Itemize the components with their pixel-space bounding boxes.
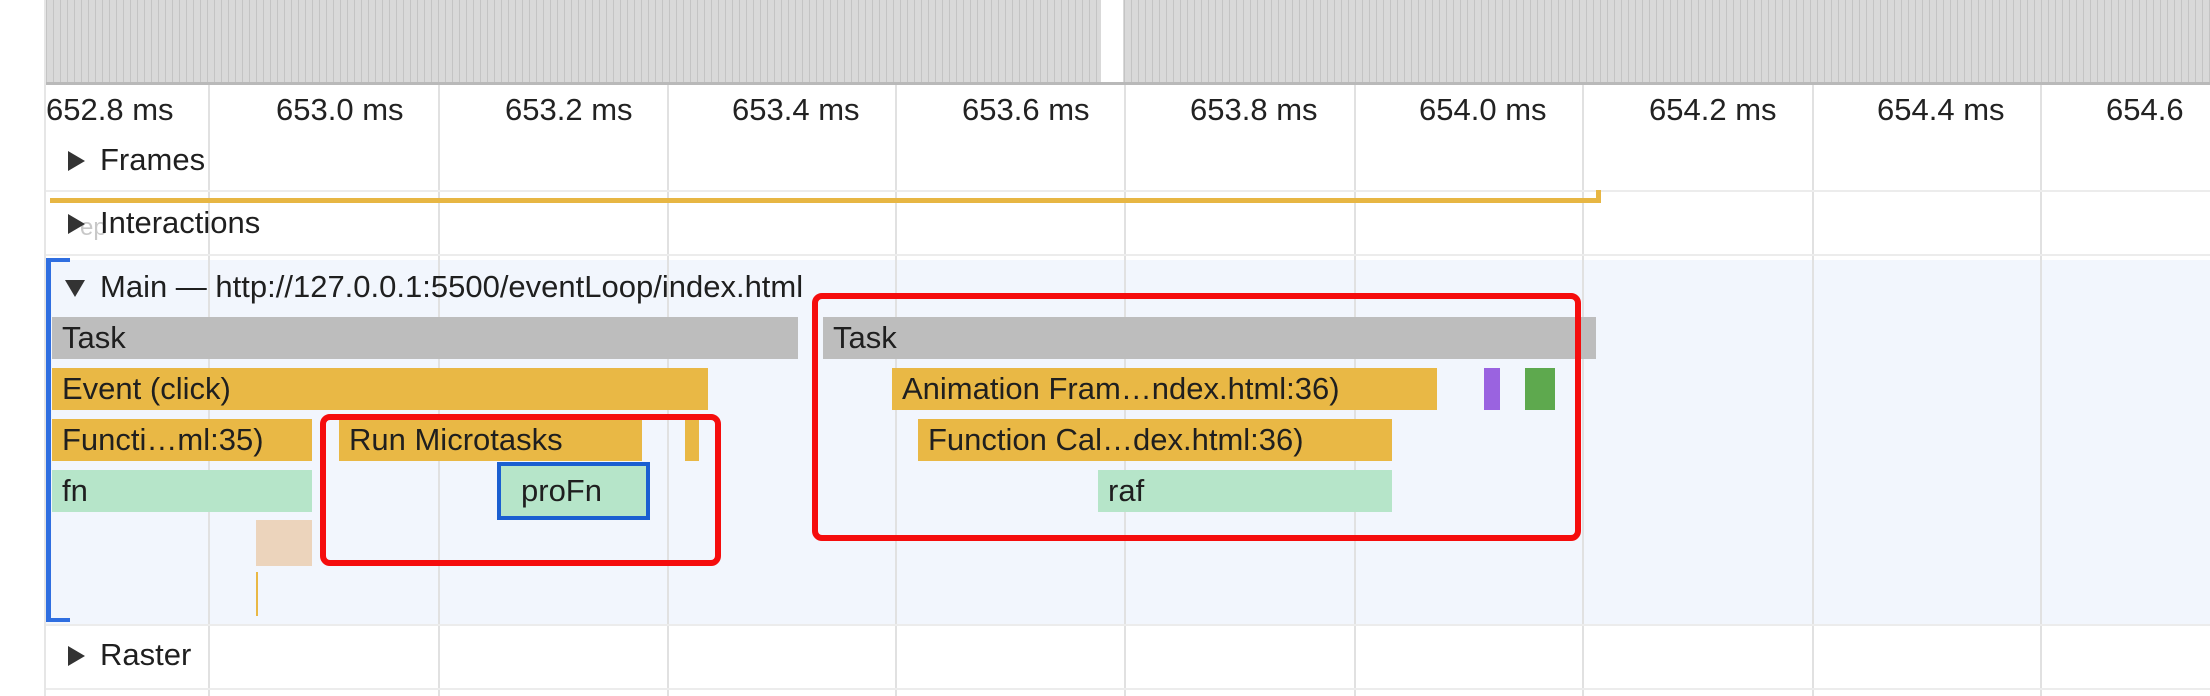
ruler-tick: 653.2 ms [505, 92, 633, 127]
ruler-tick: 653.4 ms [732, 92, 860, 127]
timeline-overview[interactable] [46, 0, 2210, 85]
expand-triangle-icon[interactable] [68, 646, 85, 666]
flame-function-call-1[interactable]: Functi…ml:35) [52, 419, 312, 461]
expand-triangle-icon[interactable] [68, 151, 85, 171]
ruler-tick: 654.2 ms [1649, 92, 1777, 127]
track-separator [46, 688, 2210, 690]
ruler-tick: 652.8 ms [46, 92, 174, 127]
track-raster[interactable]: Raster [100, 637, 191, 673]
track-separator [46, 624, 2210, 626]
ruler-tick: 653.0 ms [276, 92, 404, 127]
ruler-tick: 654.6 [2106, 92, 2184, 127]
flame-event-click[interactable]: Event (click) [52, 368, 708, 410]
overview-selection-handle[interactable] [1101, 0, 1123, 82]
grid-line [1582, 85, 1584, 696]
ruler-tick: 654.0 ms [1419, 92, 1547, 127]
grid-line [2040, 85, 2042, 696]
track-frames[interactable]: Frames [100, 142, 205, 178]
expand-triangle-icon[interactable] [68, 214, 85, 234]
annotation-box-microtasks [320, 414, 721, 566]
ruler-tick: 654.4 ms [1877, 92, 2005, 127]
frames-bar [50, 198, 1600, 203]
flame-small-event[interactable] [256, 520, 312, 566]
track-separator [46, 254, 2210, 256]
grid-line [1812, 85, 1814, 696]
flame-task-1[interactable]: Task [52, 317, 798, 359]
track-separator [46, 190, 2210, 192]
annotation-box-animation-frame [812, 293, 1581, 541]
track-main[interactable]: Main — http://127.0.0.1:5500/eventLoop/i… [100, 269, 803, 305]
flame-fn[interactable]: fn [52, 470, 312, 512]
ruler-tick: 653.8 ms [1190, 92, 1318, 127]
ruler-tick: 653.6 ms [962, 92, 1090, 127]
track-interactions[interactable]: Interactions [100, 205, 260, 241]
flame-thin-event [256, 572, 258, 616]
collapse-triangle-icon[interactable] [65, 280, 85, 297]
left-gutter [0, 0, 46, 696]
frames-bar-end [1596, 190, 1601, 203]
